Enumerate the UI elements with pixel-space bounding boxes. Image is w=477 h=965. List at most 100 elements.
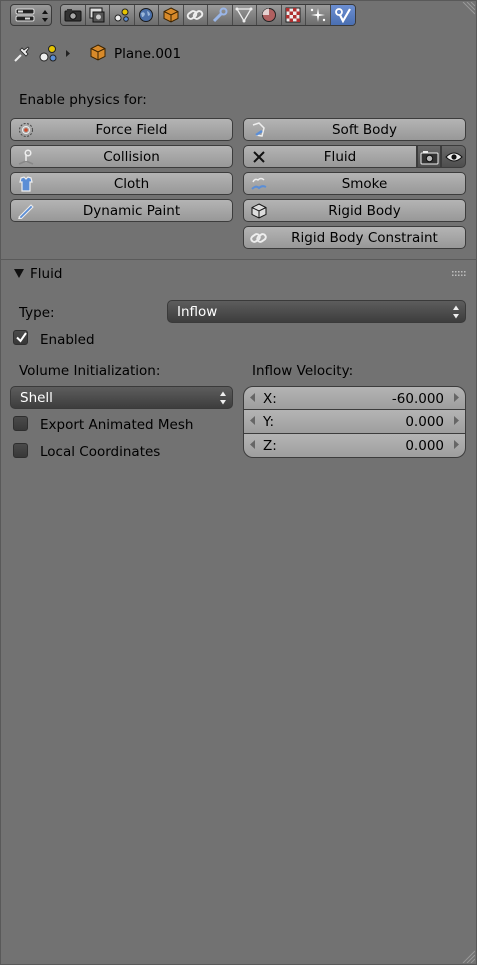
volume-init-value: Shell xyxy=(20,389,53,406)
tab-material[interactable] xyxy=(257,5,282,25)
velocity-x-value: -60.000 xyxy=(391,391,444,407)
type-dropdown[interactable]: Inflow xyxy=(167,300,466,323)
properties-header xyxy=(0,0,477,30)
close-x-icon[interactable] xyxy=(250,149,268,165)
force-field-icon xyxy=(19,123,33,137)
dynamic-paint-button[interactable]: Dynamic Paint xyxy=(10,199,233,222)
soft-body-label: Soft Body xyxy=(331,121,397,138)
render-icon xyxy=(64,9,82,22)
fluid-button[interactable]: Fluid xyxy=(243,145,417,168)
increment-arrow-icon[interactable] xyxy=(454,440,459,449)
tab-particles[interactable] xyxy=(306,5,331,25)
export-animated-mesh-label: Export Animated Mesh xyxy=(40,417,194,433)
tab-object[interactable] xyxy=(159,5,184,25)
decrement-arrow-icon[interactable] xyxy=(250,393,255,402)
force-field-button[interactable]: Force Field xyxy=(10,118,233,141)
updown-arrows-icon xyxy=(42,10,48,22)
scene-icon xyxy=(39,45,57,62)
object-icon xyxy=(90,44,106,61)
cloth-label: Cloth xyxy=(113,175,150,192)
volume-init-label: Volume Initialization: xyxy=(19,363,161,379)
checkmark-icon xyxy=(16,332,27,343)
tab-render-layers[interactable] xyxy=(85,5,110,25)
increment-arrow-icon[interactable] xyxy=(454,416,459,425)
rigid-body-label: Rigid Body xyxy=(328,202,401,219)
fluid-panel-title: Fluid xyxy=(30,266,63,282)
velocity-x-field[interactable]: X: -60.000 xyxy=(243,386,466,410)
type-label: Type: xyxy=(19,305,55,321)
rigid-body-button[interactable]: Rigid Body xyxy=(243,199,466,222)
physics-icon xyxy=(334,8,351,23)
velocity-y-field[interactable]: Y: 0.000 xyxy=(243,410,466,434)
enabled-label: Enabled xyxy=(40,332,95,348)
area-corner-grip-icon[interactable] xyxy=(459,947,475,963)
data-icon xyxy=(235,7,253,23)
particles-icon xyxy=(310,8,325,22)
disclosure-triangle-icon xyxy=(14,269,24,278)
rigid-body-constraint-button[interactable]: Rigid Body Constraint xyxy=(243,226,466,249)
decrement-arrow-icon[interactable] xyxy=(250,440,255,449)
velocity-z-value: 0.000 xyxy=(405,438,444,454)
soft-body-button[interactable]: Soft Body xyxy=(243,118,466,141)
decrement-arrow-icon[interactable] xyxy=(250,416,255,425)
fluid-render-toggle[interactable] xyxy=(417,145,441,168)
smoke-button[interactable]: Smoke xyxy=(243,172,466,195)
pin-icon[interactable] xyxy=(12,44,32,64)
local-coordinates-label: Local Coordinates xyxy=(40,444,161,460)
rigid-body-icon xyxy=(251,203,267,219)
updown-arrows-icon xyxy=(453,305,459,319)
force-field-label: Force Field xyxy=(95,121,168,138)
texture-icon xyxy=(285,7,301,23)
dynamic-paint-icon xyxy=(18,204,34,219)
type-value: Inflow xyxy=(177,303,218,320)
physics-heading: Enable physics for: xyxy=(19,92,147,108)
export-animated-mesh-checkbox[interactable] xyxy=(13,416,28,431)
eye-icon xyxy=(445,152,463,162)
dynamic-paint-label: Dynamic Paint xyxy=(82,202,181,219)
collision-button[interactable]: Collision xyxy=(10,145,233,168)
tab-scene[interactable] xyxy=(110,5,135,25)
collision-label: Collision xyxy=(103,148,160,165)
tab-physics[interactable] xyxy=(330,5,355,25)
collision-icon xyxy=(18,149,34,165)
modifiers-icon xyxy=(212,7,228,23)
object-icon xyxy=(163,7,179,23)
editor-type-selector[interactable] xyxy=(10,4,52,26)
enabled-checkbox[interactable] xyxy=(13,330,28,345)
velocity-y-axis: Y: xyxy=(263,414,275,430)
constraints-icon xyxy=(187,10,204,20)
volume-init-dropdown[interactable]: Shell xyxy=(10,386,233,409)
render-layers-icon xyxy=(89,7,105,23)
tab-constraints[interactable] xyxy=(183,5,208,25)
fluid-panel-header[interactable]: Fluid xyxy=(0,261,477,287)
inflow-velocity-label: Inflow Velocity: xyxy=(252,363,354,379)
camera-icon xyxy=(420,151,439,165)
velocity-x-axis: X: xyxy=(263,391,277,407)
material-icon xyxy=(261,8,276,22)
cloth-icon xyxy=(19,176,33,192)
tab-render[interactable] xyxy=(61,5,86,25)
properties-editor-icon xyxy=(15,8,35,22)
smoke-label: Smoke xyxy=(341,175,388,192)
tab-world[interactable] xyxy=(134,5,159,25)
drag-handle-icon[interactable] xyxy=(452,271,466,277)
tab-data[interactable] xyxy=(232,5,257,25)
cloth-button[interactable]: Cloth xyxy=(10,172,233,195)
local-coordinates-checkbox[interactable] xyxy=(13,443,28,458)
context-breadcrumb: Plane.001 xyxy=(10,40,450,68)
tab-texture[interactable] xyxy=(281,5,306,25)
panel-divider xyxy=(0,259,477,260)
soft-body-icon xyxy=(252,122,265,137)
fluid-viewport-toggle[interactable] xyxy=(441,145,466,168)
scene-icon xyxy=(114,8,129,22)
fluid-label: Fluid xyxy=(323,148,357,165)
smoke-icon xyxy=(251,177,267,190)
tab-modifiers[interactable] xyxy=(208,5,233,25)
chevron-right-icon xyxy=(66,50,70,57)
world-icon xyxy=(139,8,154,22)
rigid-body-constraint-label: Rigid Body Constraint xyxy=(291,229,438,246)
velocity-z-field[interactable]: Z: 0.000 xyxy=(243,434,466,458)
context-tabs xyxy=(60,4,356,26)
object-name: Plane.001 xyxy=(114,46,182,62)
increment-arrow-icon[interactable] xyxy=(454,393,459,402)
